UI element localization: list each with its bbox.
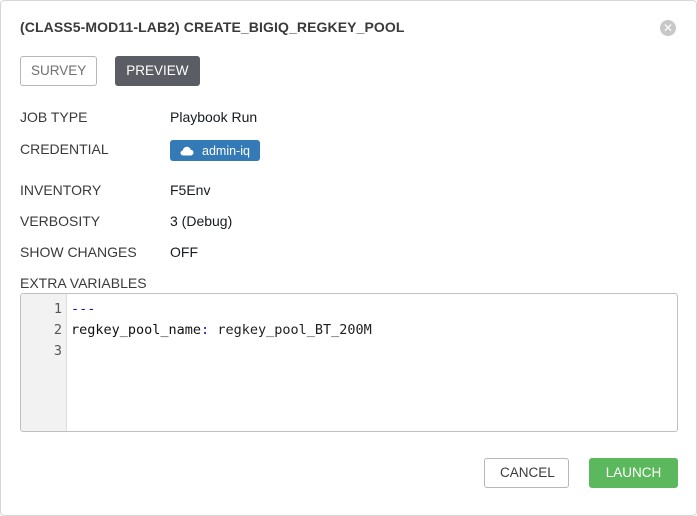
job-type-row: JOB TYPE Playbook Run xyxy=(20,109,257,125)
credential-value: admin-iq xyxy=(202,143,250,158)
yaml-key: regkey_pool_name xyxy=(71,322,202,338)
launch-button[interactable]: LAUNCH xyxy=(589,458,678,488)
credential-label: CREDENTIAL xyxy=(20,141,109,158)
show-changes-label: SHOW CHANGES xyxy=(20,244,137,260)
tab-preview[interactable]: PREVIEW xyxy=(115,56,200,86)
inventory-row: INVENTORY F5Env xyxy=(20,182,210,198)
inventory-label: INVENTORY xyxy=(20,182,102,198)
job-type-label: JOB TYPE xyxy=(20,109,88,125)
yaml-colon: : xyxy=(201,322,210,338)
verbosity-row: VERBOSITY 3 (Debug) xyxy=(20,213,232,229)
line-number: 3 xyxy=(53,343,62,359)
close-icon[interactable]: ✕ xyxy=(660,20,676,36)
modal-tabs: SURVEY PREVIEW xyxy=(20,56,200,86)
show-changes-row: SHOW CHANGES OFF xyxy=(20,244,198,260)
extra-variables-editor[interactable]: 1 2 3 --- regkey_pool_name: regkey_pool_… xyxy=(20,293,678,432)
credential-row: CREDENTIAL admin-iq xyxy=(20,140,260,161)
verbosity-value: 3 (Debug) xyxy=(170,213,233,229)
cancel-button[interactable]: CANCEL xyxy=(484,458,569,488)
cloud-icon xyxy=(180,146,194,156)
job-type-value: Playbook Run xyxy=(170,109,258,125)
launch-job-modal: (CLASS5-MOD11-LAB2) CREATE_BIGIQ_REGKEY_… xyxy=(0,0,697,516)
verbosity-label: VERBOSITY xyxy=(20,213,101,229)
line-number: 1 xyxy=(53,301,62,317)
line-number-gutter: 1 2 3 xyxy=(21,294,67,431)
inventory-value: F5Env xyxy=(170,182,211,198)
code-line-2: regkey_pool_name: regkey_pool_BT_200M xyxy=(71,320,677,341)
extra-variables-label: EXTRA VARIABLES xyxy=(20,275,147,291)
code-line-1: --- xyxy=(71,299,677,320)
tab-survey[interactable]: SURVEY xyxy=(20,56,98,86)
yaml-doc-start: --- xyxy=(71,301,96,317)
credential-badge[interactable]: admin-iq xyxy=(170,140,260,161)
code-area[interactable]: --- regkey_pool_name: regkey_pool_BT_200… xyxy=(67,294,677,431)
yaml-value: regkey_pool_BT_200M xyxy=(209,322,372,338)
modal-title: (CLASS5-MOD11-LAB2) CREATE_BIGIQ_REGKEY_… xyxy=(20,19,405,35)
show-changes-value: OFF xyxy=(170,244,198,260)
line-number: 2 xyxy=(53,322,62,338)
